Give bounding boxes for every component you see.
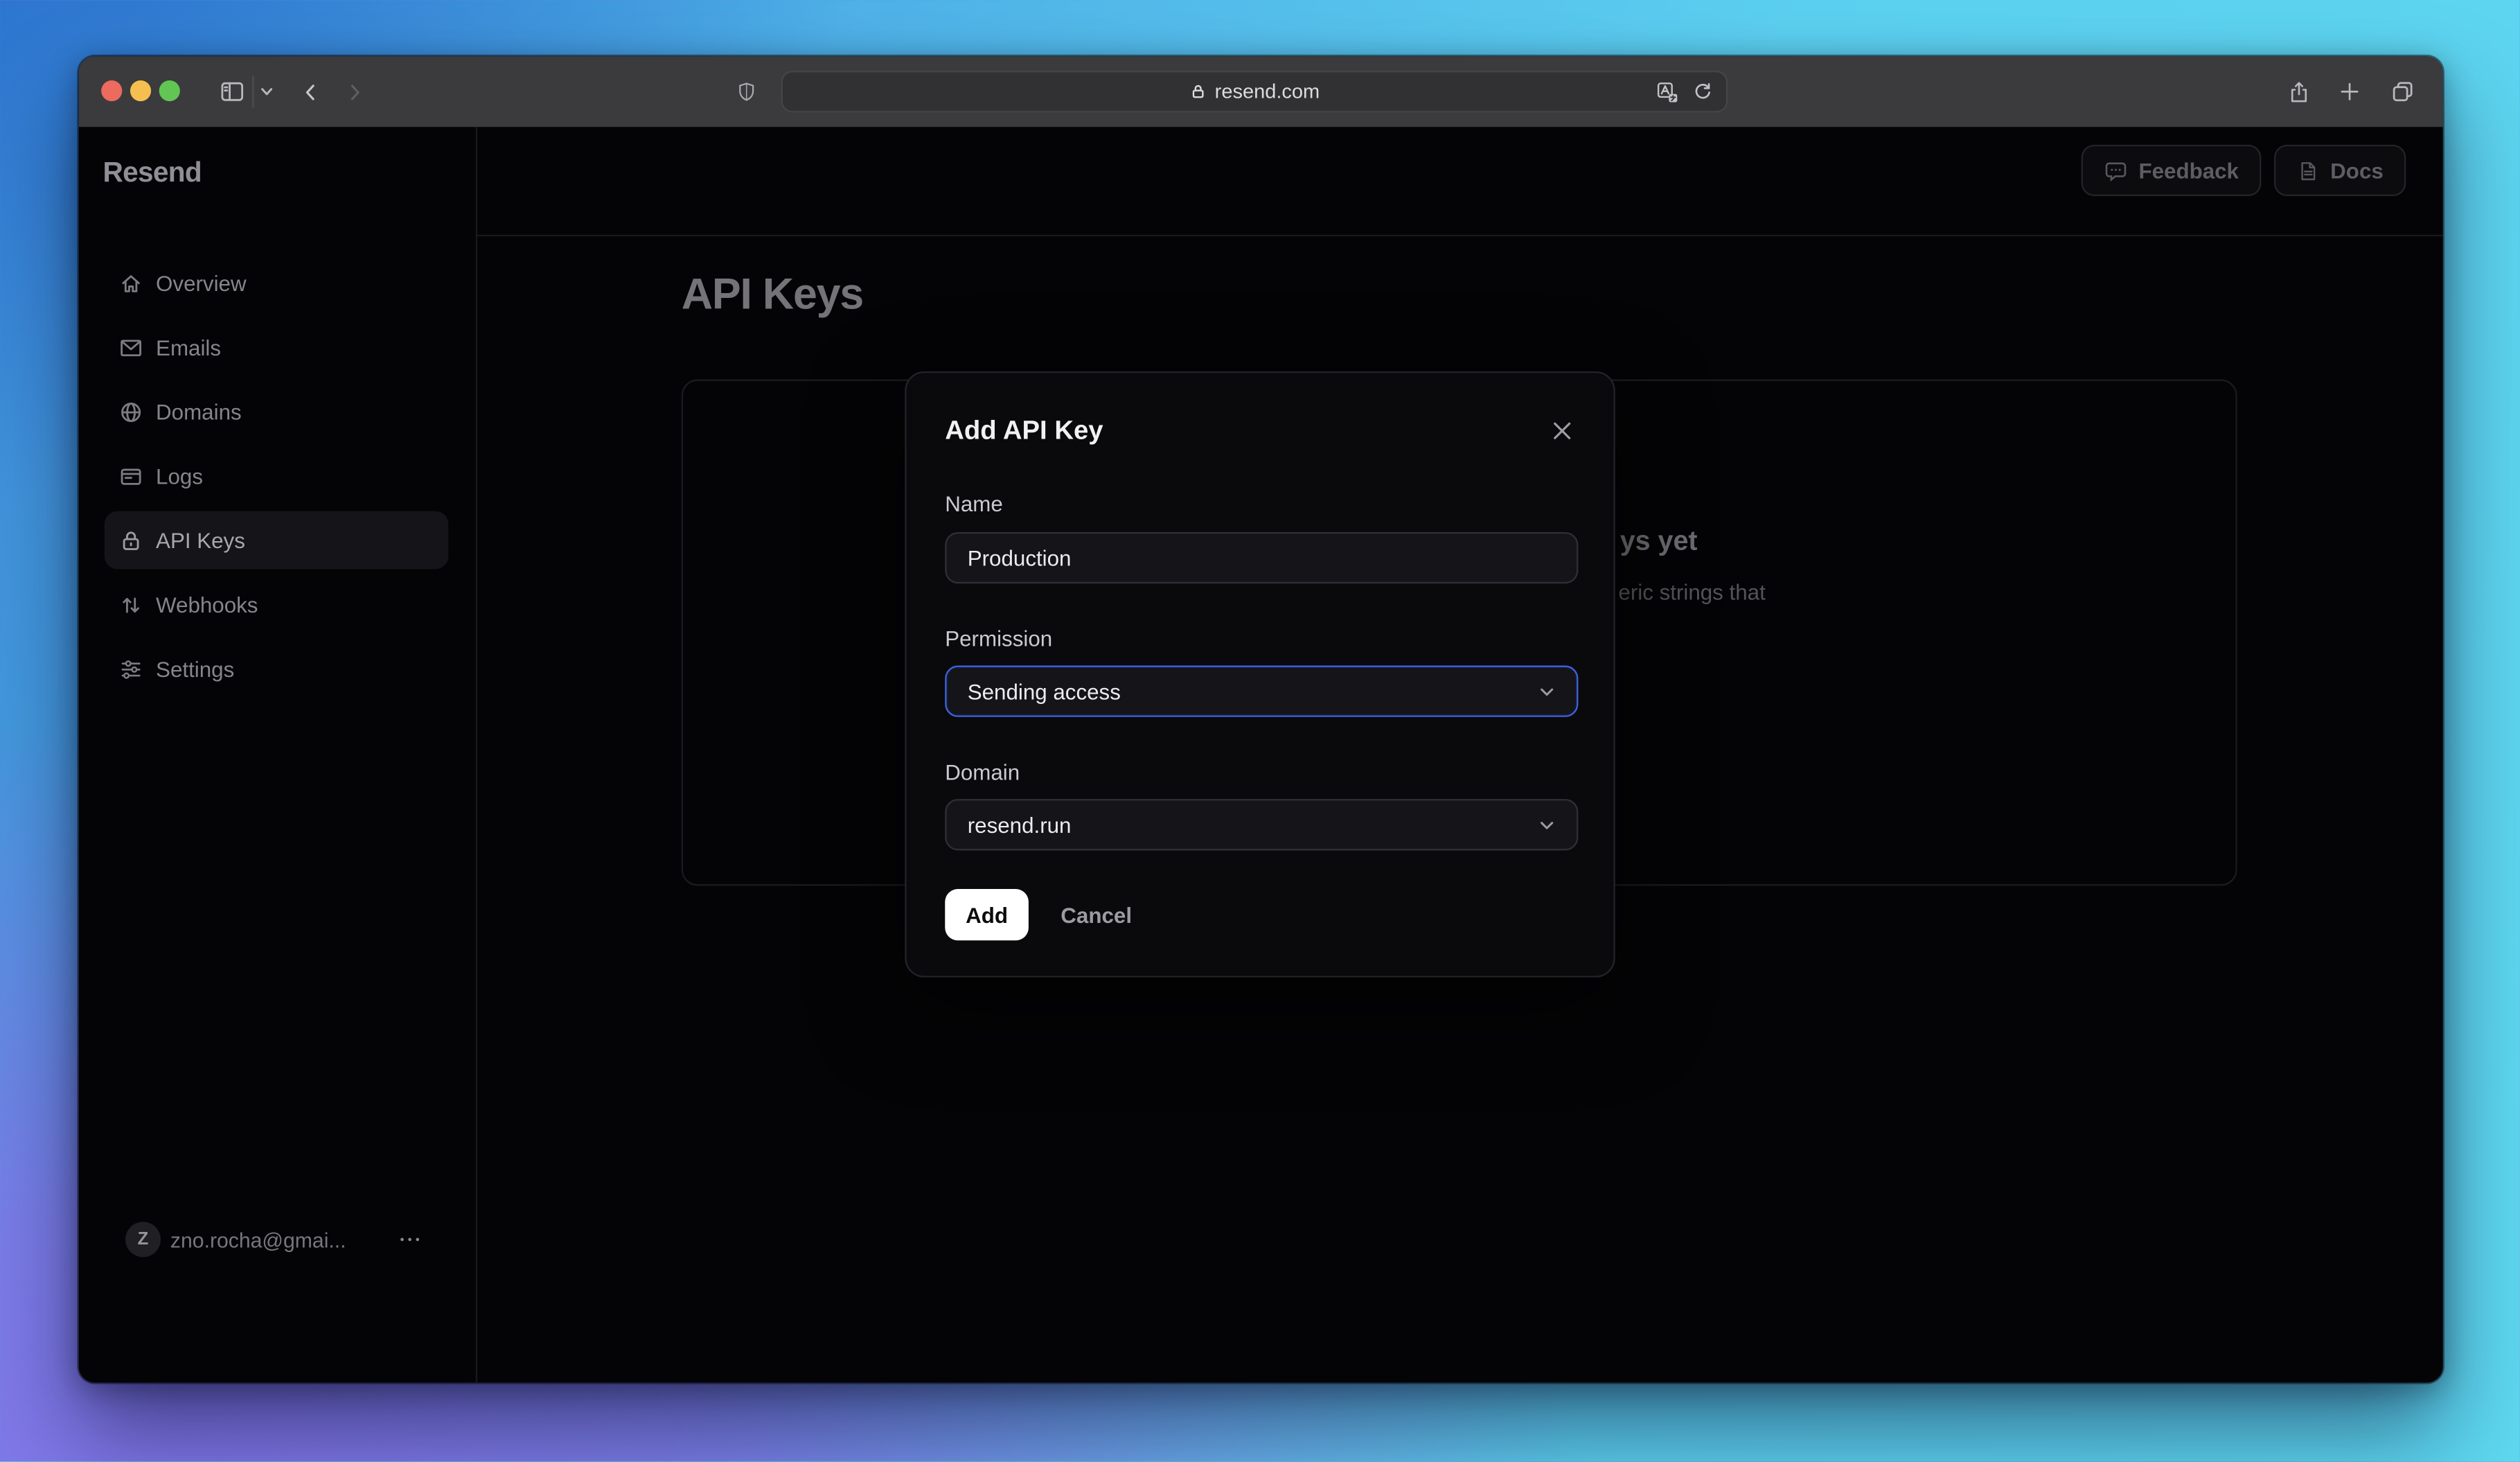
traffic-minimize-button[interactable] (130, 80, 152, 102)
sidebar-item-webhooks[interactable]: Webhooks (79, 572, 476, 637)
name-input-wrap (945, 531, 1579, 584)
feedback-button-label: Feedback (2138, 158, 2239, 183)
toolbar-divider (252, 76, 254, 108)
sidebar-item-emails[interactable]: Emails (79, 315, 476, 380)
sidebar-item-label: Emails (156, 335, 222, 360)
traffic-close-button[interactable] (101, 80, 123, 102)
sidebar: Resend Overview Emails Domains Logs API … (79, 127, 478, 1383)
name-field-label: Name (945, 491, 1003, 516)
arrows-up-down-icon (119, 592, 143, 617)
sliders-icon (119, 657, 143, 681)
globe-icon (119, 400, 143, 424)
app-logo: Resend (103, 156, 202, 188)
sidebar-toggle-icon[interactable] (214, 69, 249, 114)
new-tab-icon[interactable] (2334, 69, 2366, 114)
docs-button-label: Docs (2330, 158, 2384, 183)
sidebar-item-settings[interactable]: Settings (79, 637, 476, 701)
ellipsis-icon[interactable] (397, 1222, 426, 1257)
feedback-bubble-icon (2103, 159, 2127, 183)
domain-field-label: Domain (945, 760, 1020, 785)
sidebar-item-label: API Keys (156, 528, 245, 552)
tls-lock-icon (1189, 82, 1207, 101)
back-icon[interactable] (297, 69, 323, 114)
modal-title: Add API Key (945, 416, 1103, 446)
sidebar-item-domains[interactable]: Domains (79, 380, 476, 444)
user-email: zno.rocha@gmai... (170, 1228, 346, 1253)
sidebar-item-label: Webhooks (156, 592, 258, 617)
add-button[interactable]: Add (945, 889, 1029, 941)
sidebar-item-label: Logs (156, 464, 203, 488)
permission-select-value: Sending access (967, 679, 1121, 704)
sidebar-item-label: Overview (156, 270, 247, 295)
name-input[interactable] (946, 545, 1577, 570)
feedback-button[interactable]: Feedback (2080, 144, 2262, 197)
address-bar[interactable]: resend.com (781, 71, 1728, 113)
desktop: resend.com Resend Overview Emails Domain… (0, 0, 2520, 1462)
permission-field-label: Permission (945, 626, 1053, 651)
permission-select[interactable]: Sending access (945, 665, 1579, 717)
domain-select[interactable]: resend.run (945, 799, 1579, 851)
avatar: Z (125, 1222, 161, 1258)
sidebar-item-label: Settings (156, 656, 235, 681)
chevron-down-icon[interactable] (256, 69, 278, 114)
home-icon (119, 271, 143, 295)
cancel-button[interactable]: Cancel (1061, 889, 1132, 940)
tabs-overview-icon[interactable] (2385, 69, 2420, 114)
add-api-key-modal: Add API Key Name Permission Sending acce… (905, 371, 1615, 978)
domain-select-value: resend.run (967, 812, 1072, 837)
url-text: resend.com (1214, 80, 1320, 103)
empty-state-title-fragment: ys yet (1620, 525, 1698, 556)
lock-icon (119, 528, 143, 552)
content-header: Feedback Docs (475, 127, 2443, 237)
sidebar-item-label: Domains (156, 399, 242, 424)
sidebar-item-api-keys[interactable]: API Keys (79, 508, 476, 572)
sidebar-item-logs[interactable]: Logs (79, 443, 476, 508)
docs-button[interactable]: Docs (2273, 144, 2406, 197)
shield-icon[interactable] (731, 69, 761, 114)
chevron-down-icon (1536, 814, 1557, 835)
share-icon[interactable] (2282, 69, 2314, 114)
browser-window: resend.com Resend Overview Emails Domain… (78, 56, 2443, 1383)
close-icon[interactable] (1550, 418, 1575, 443)
logs-icon (119, 464, 143, 488)
page-title: API Keys (681, 270, 864, 319)
sidebar-nav: Overview Emails Domains Logs API Keys We… (79, 251, 476, 701)
app-content: Resend Overview Emails Domains Logs API … (78, 127, 2443, 1383)
forward-icon[interactable] (342, 69, 368, 114)
mail-icon (119, 335, 143, 360)
empty-state-body-fragment: eric strings that (1618, 580, 1766, 605)
traffic-zoom-button[interactable] (159, 80, 180, 102)
reload-icon[interactable] (1692, 80, 1713, 103)
document-icon (2296, 159, 2318, 183)
user-row[interactable]: Z zno.rocha@gmai... (79, 1215, 476, 1264)
chevron-down-icon (1536, 681, 1557, 702)
browser-toolbar: resend.com (78, 56, 2443, 129)
sidebar-item-overview[interactable]: Overview (79, 251, 476, 315)
translate-icon[interactable] (1656, 80, 1680, 104)
